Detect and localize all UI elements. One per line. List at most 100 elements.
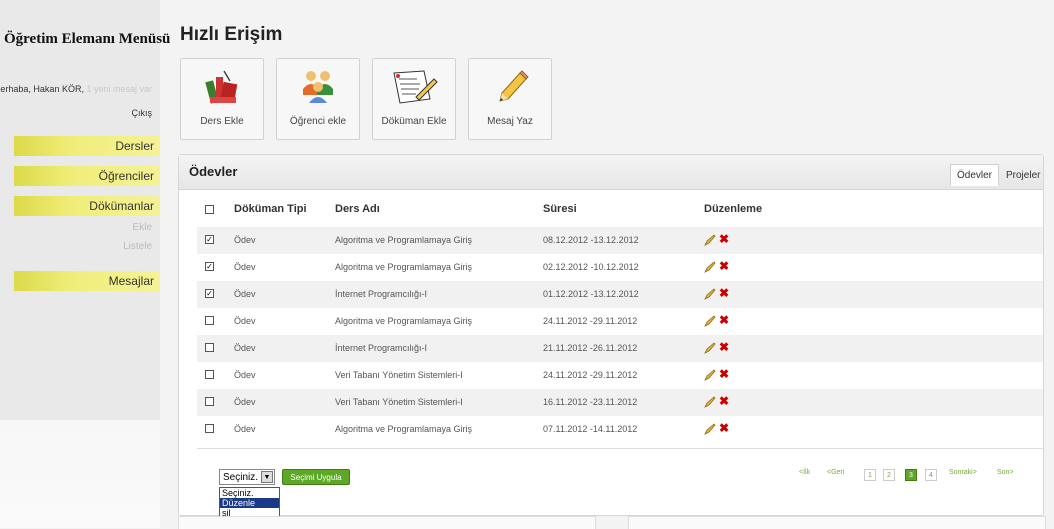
- cell-course: İnternet Programcılığı-I: [335, 343, 428, 353]
- delete-icon[interactable]: ✖: [719, 260, 729, 272]
- pagination-prev[interactable]: <Geri: [827, 469, 844, 476]
- edit-icon[interactable]: [704, 261, 716, 273]
- greeting-text: Merhaba, Hakan KÖR,: [0, 84, 84, 94]
- cell-duration: 01.12.2012 -13.12.2012: [543, 289, 639, 299]
- sidebar-subitem-list[interactable]: Listele: [123, 241, 152, 252]
- delete-icon[interactable]: ✖: [719, 422, 729, 434]
- pagination-page[interactable]: 1: [864, 469, 876, 481]
- pagination-first[interactable]: <İlk: [799, 469, 810, 476]
- lower-panel-edge: [178, 516, 596, 529]
- logout-link[interactable]: Çıkış: [131, 108, 152, 118]
- tab-assignments[interactable]: Ödevler: [950, 164, 1000, 186]
- dropdown-option-highlighted[interactable]: Düzenle: [220, 498, 279, 508]
- quick-action-label: Döküman Ekle: [381, 116, 447, 127]
- cell-type: Ödev: [234, 343, 256, 353]
- apply-selection-button[interactable]: Seçimi Uygula: [282, 469, 350, 485]
- cell-course: Algoritma ve Programlamaya Giriş: [335, 262, 473, 272]
- sidebar: Öğretim Elemanı Menüsü Merhaba, Hakan KÖ…: [0, 0, 170, 528]
- table-row: Ödev Veri Tabanı Yönetim Sistemleri-I 16.1…: [197, 389, 1043, 416]
- main-content: Hızlı Erişim Ders Ekle Öğrenci ekle Dökü…: [160, 0, 1054, 529]
- quick-action-add-course[interactable]: Ders Ekle: [180, 58, 264, 140]
- cell-duration: 07.11.2012 -14.11.2012: [543, 424, 638, 434]
- table-row: ✓ Ödev İnternet Programcılığı-I 01.12.2012 …: [197, 281, 1043, 308]
- panel-header: Ödevler Ödevler Projeler: [179, 155, 1043, 190]
- table-header: Döküman Tipi Ders Adı Süresi Düzenleme: [179, 203, 1043, 221]
- edit-icon[interactable]: [704, 369, 716, 381]
- cell-course: Algoritma ve Programlamaya Giriş: [335, 424, 473, 434]
- cell-course: Veri Tabanı Yönetim Sistemleri-I: [335, 397, 463, 407]
- dropdown-option[interactable]: Seçiniz.: [220, 488, 279, 498]
- pagination-page-current[interactable]: 3: [905, 469, 917, 481]
- sidebar-subitem-add[interactable]: Ekle: [133, 222, 152, 233]
- table-row: Ödev Algoritma ve Programlamaya Giriş 24.1…: [197, 308, 1043, 335]
- row-checkbox[interactable]: ✓: [205, 235, 214, 244]
- quick-action-write-message[interactable]: Mesaj Yaz: [468, 58, 552, 140]
- delete-icon[interactable]: ✖: [719, 314, 729, 326]
- pagination-page[interactable]: 2: [883, 469, 895, 481]
- cell-course: Algoritma ve Programlamaya Giriş: [335, 235, 473, 245]
- edit-icon[interactable]: [704, 342, 716, 354]
- quick-action-label: Mesaj Yaz: [487, 116, 533, 127]
- cell-course: İnternet Programcılığı-I: [335, 289, 428, 299]
- cell-duration: 02.12.2012 -10.12.2012: [543, 262, 639, 272]
- row-checkbox[interactable]: ✓: [205, 262, 214, 271]
- pagination-last[interactable]: Son>: [997, 469, 1014, 476]
- cell-duration: 16.11.2012 -23.11.2012: [543, 397, 638, 407]
- table-row: ✓ Ödev Algoritma ve Programlamaya Giriş 02.…: [197, 254, 1043, 281]
- delete-icon[interactable]: ✖: [719, 395, 729, 407]
- pagination-next[interactable]: Sonraki>: [949, 469, 977, 476]
- column-header: Düzenleme: [704, 203, 763, 215]
- page-title: Hızlı Erişim: [180, 24, 283, 45]
- tab-projects[interactable]: Projeler: [999, 164, 1047, 186]
- edit-icon[interactable]: [704, 396, 716, 408]
- users-icon: [303, 71, 333, 103]
- cell-duration: 24.11.2012 -29.11.2012: [543, 370, 638, 380]
- cell-duration: 21.11.2012 -26.11.2012: [543, 343, 638, 353]
- pagination-page[interactable]: 4: [925, 469, 937, 481]
- delete-icon[interactable]: ✖: [719, 287, 729, 299]
- edit-icon[interactable]: [704, 315, 716, 327]
- lower-panel-edge: [628, 516, 1046, 529]
- document-icon: [393, 70, 438, 104]
- quick-action-label: Öğrenci ekle: [289, 116, 347, 127]
- column-header: Ders Adı: [335, 203, 380, 215]
- sidebar-item-courses[interactable]: Dersler: [14, 136, 160, 156]
- user-greeting: Merhaba, Hakan KÖR, 1 yeni mesaj var: [0, 84, 152, 94]
- table-divider: [197, 448, 1043, 449]
- edit-icon[interactable]: [704, 423, 716, 435]
- table-row: Ödev Algoritma ve Programlamaya Giriş 07.1…: [197, 416, 1043, 443]
- delete-icon[interactable]: ✖: [719, 233, 729, 245]
- row-checkbox[interactable]: [205, 397, 214, 406]
- row-checkbox[interactable]: [205, 316, 214, 325]
- books-icon: [205, 70, 238, 104]
- cell-type: Ödev: [234, 424, 256, 434]
- quick-action-add-student[interactable]: Öğrenci ekle: [276, 58, 360, 140]
- cell-type: Ödev: [234, 370, 256, 380]
- sidebar-item-documents[interactable]: Dökümanlar: [14, 196, 160, 216]
- delete-icon[interactable]: ✖: [719, 368, 729, 380]
- quick-action-label: Ders Ekle: [200, 116, 244, 127]
- select-all-checkbox[interactable]: [205, 205, 214, 214]
- cell-type: Ödev: [234, 397, 256, 407]
- row-checkbox[interactable]: [205, 424, 214, 433]
- edit-icon[interactable]: [704, 288, 716, 300]
- delete-icon[interactable]: ✖: [719, 341, 729, 353]
- row-checkbox[interactable]: ✓: [205, 289, 214, 298]
- action-select[interactable]: Seçiniz. ▼: [219, 469, 275, 485]
- sidebar-item-messages[interactable]: Mesajlar: [14, 271, 160, 291]
- cell-course: Algoritma ve Programlamaya Giriş: [335, 316, 473, 326]
- row-checkbox[interactable]: [205, 370, 214, 379]
- panel-title: Ödevler: [189, 164, 238, 179]
- cell-duration: 24.11.2012 -29.11.2012: [543, 316, 638, 326]
- cell-type: Ödev: [234, 289, 256, 299]
- sidebar-item-students[interactable]: Öğrenciler: [14, 166, 160, 186]
- edit-icon[interactable]: [704, 234, 716, 246]
- chevron-down-icon[interactable]: ▼: [261, 471, 273, 483]
- row-checkbox[interactable]: [205, 343, 214, 352]
- cell-type: Ödev: [234, 235, 256, 245]
- column-header: Döküman Tipi: [234, 203, 307, 215]
- cell-type: Ödev: [234, 262, 256, 272]
- quick-action-add-document[interactable]: Döküman Ekle: [372, 58, 456, 140]
- new-messages-link[interactable]: 1 yeni mesaj var: [86, 84, 152, 94]
- cell-duration: 08.12.2012 -13.12.2012: [543, 235, 639, 245]
